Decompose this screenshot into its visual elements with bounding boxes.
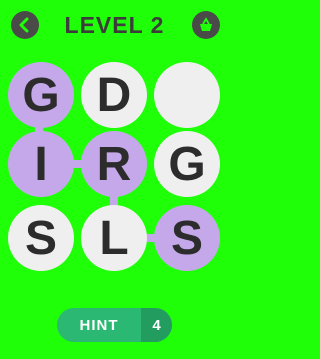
tile-letter: G (22, 68, 60, 122)
letter-tile[interactable]: R (81, 131, 147, 197)
tile-letter: L (99, 211, 129, 265)
letter-tile[interactable]: S (8, 205, 74, 271)
hint-count: 4 (141, 308, 172, 342)
letter-board: G D I R G S L S (0, 0, 229, 300)
hint-button[interactable]: HINT 4 (57, 308, 172, 342)
letter-tile[interactable]: I (8, 131, 74, 197)
letter-tile[interactable]: L (81, 205, 147, 271)
tile-letter: R (96, 137, 132, 191)
hint-label: HINT (79, 316, 119, 334)
tile-letter: D (96, 68, 132, 122)
empty-tile (154, 62, 220, 128)
tile-letter: I (34, 137, 48, 191)
tile-letter: G (168, 137, 206, 191)
letter-tile[interactable]: D (81, 62, 147, 128)
tile-letter: S (24, 211, 57, 265)
letter-tile[interactable]: S (154, 205, 220, 271)
tile-letter: S (170, 211, 203, 265)
letter-tile[interactable]: G (154, 131, 220, 197)
letter-tile[interactable]: G (8, 62, 74, 128)
